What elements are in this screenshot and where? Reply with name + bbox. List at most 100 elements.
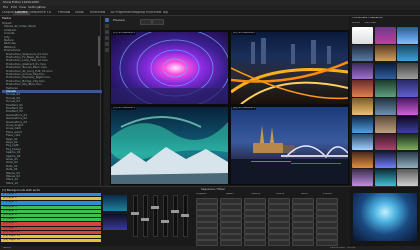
grid-tool-icon[interactable] bbox=[105, 36, 109, 40]
layer-row[interactable]: [3] Layer 3 bbox=[1, 201, 102, 205]
media-browser-header: Media bbox=[2, 17, 12, 20]
tab-show[interactable]: Show bbox=[75, 11, 84, 15]
tab-favorites[interactable]: Favorites bbox=[364, 22, 376, 25]
media-thumbnail[interactable] bbox=[374, 44, 396, 62]
media-thumbnail[interactable] bbox=[397, 62, 418, 80]
zoom-tool-icon[interactable] bbox=[105, 48, 109, 52]
media-thumbnail[interactable] bbox=[374, 151, 396, 169]
media-thumbnail[interactable] bbox=[352, 27, 373, 44]
fader-knob[interactable] bbox=[180, 214, 189, 217]
section-audio: Audio bbox=[301, 193, 308, 195]
menu-item-edit[interactable]: Edit bbox=[11, 6, 17, 9]
fader-track[interactable] bbox=[143, 195, 148, 237]
layer-row[interactable]: [11] Layer 11 bbox=[1, 235, 102, 239]
tab-fx[interactable]: FX bbox=[47, 11, 51, 15]
viewer-2-preview[interactable] bbox=[231, 32, 348, 104]
media-thumbnail[interactable] bbox=[352, 44, 373, 62]
fader-track[interactable] bbox=[153, 195, 158, 237]
viewer-3-label: [3] HD Camera 3 bbox=[112, 107, 136, 110]
mask-tool-icon[interactable] bbox=[105, 42, 109, 46]
layer-row[interactable]: [9] Layer 9 bbox=[1, 226, 102, 230]
thumbnail-panel: Thumbnails / MediaPool Media Favorites bbox=[350, 16, 420, 186]
media-thumbnail[interactable] bbox=[352, 133, 373, 151]
tab-multiview-top[interactable]: MultiView Top bbox=[146, 11, 168, 15]
tree-scrollbar[interactable] bbox=[98, 36, 100, 66]
media-thumbnail[interactable] bbox=[374, 133, 396, 151]
section-position: Position bbox=[323, 193, 333, 195]
section-playback: Playback bbox=[196, 193, 207, 195]
fader-knob[interactable] bbox=[130, 212, 139, 216]
layer-row[interactable]: [8] Layer 8 bbox=[1, 222, 102, 226]
menu-item-file[interactable]: File bbox=[3, 6, 8, 9]
media-thumbnail[interactable] bbox=[397, 98, 418, 115]
crop-tool-icon[interactable] bbox=[105, 30, 109, 34]
bridge-city-image bbox=[231, 125, 348, 184]
viewer-toolbar-label: Preview bbox=[113, 19, 125, 22]
tab-media[interactable]: Media bbox=[352, 22, 360, 25]
media-thumbnail[interactable] bbox=[374, 169, 396, 186]
tab-output[interactable]: Output bbox=[2, 11, 13, 15]
tunnel-image bbox=[111, 32, 228, 104]
layer-row[interactable]: [10] Layer 10 bbox=[1, 230, 102, 234]
layer-row[interactable]: [7] Layer 7 bbox=[1, 218, 102, 222]
media-thumbnail[interactable] bbox=[352, 62, 373, 80]
viewer-1-preview[interactable] bbox=[111, 32, 228, 104]
media-thumbnail[interactable] bbox=[352, 151, 373, 169]
media-thumbnail[interactable] bbox=[397, 116, 418, 133]
media-thumbnail[interactable] bbox=[397, 27, 418, 44]
fader-track[interactable] bbox=[163, 195, 168, 237]
fader-knob[interactable] bbox=[150, 206, 159, 210]
media-thumbnail[interactable] bbox=[397, 169, 418, 186]
media-thumbnail[interactable] bbox=[397, 80, 418, 97]
media-thumbnail[interactable] bbox=[374, 62, 396, 80]
output-preview[interactable] bbox=[353, 193, 417, 241]
layer-row[interactable]: [4] Layer 4 bbox=[1, 205, 102, 209]
section-effects: Effects bbox=[276, 193, 285, 195]
layer-row[interactable]: [12] Layer 12 bbox=[1, 239, 102, 243]
fader-knob[interactable] bbox=[140, 217, 149, 221]
mixer-preview-1[interactable] bbox=[103, 195, 127, 211]
layer-row[interactable]: [6] Layer 6 bbox=[1, 214, 102, 218]
select-tool-icon[interactable] bbox=[105, 18, 109, 22]
media-thumbnail[interactable] bbox=[352, 169, 373, 186]
media-thumbnail[interactable] bbox=[374, 116, 396, 133]
fader-knob[interactable] bbox=[170, 210, 179, 214]
media-tree-item[interactable]: Stars_02 bbox=[2, 182, 102, 185]
tab-preview[interactable]: Preview bbox=[58, 11, 70, 15]
tab-content[interactable]: Content bbox=[13, 11, 30, 15]
layer-list-header: [1] Backgrounds with audio bbox=[2, 189, 41, 192]
mixer-preview-2[interactable] bbox=[103, 214, 127, 230]
viewer-3-preview[interactable] bbox=[111, 107, 228, 184]
media-thumbnail[interactable] bbox=[374, 80, 396, 97]
layer-row[interactable]: [2] Layer 2 bbox=[1, 197, 102, 201]
viewer-grid: [1] HD Camera 1 [2] HD Camera 2 [3] HD C… bbox=[110, 30, 349, 185]
tab-multiview[interactable]: MultiView bbox=[90, 11, 105, 15]
media-thumbnail[interactable] bbox=[352, 116, 373, 133]
media-browser: Media Project Shows_4k_Video_Stock Ambient… bbox=[0, 16, 102, 186]
media-thumbnail[interactable] bbox=[352, 98, 373, 115]
media-thumbnail[interactable] bbox=[397, 133, 418, 151]
viewer-4-preview[interactable] bbox=[231, 107, 348, 184]
section-opacity: Opacity bbox=[251, 193, 261, 195]
layer-row[interactable]: [1] Layer 1 bbox=[1, 193, 102, 197]
tab-sequence[interactable]: Sequence bbox=[30, 11, 46, 15]
fader-track[interactable] bbox=[133, 195, 138, 237]
media-thumbnail[interactable] bbox=[374, 27, 396, 44]
fader-track[interactable] bbox=[173, 195, 178, 237]
layout-button[interactable] bbox=[140, 19, 152, 25]
status-right: 1920x1080 · 60 fps bbox=[330, 246, 356, 249]
media-thumbnail[interactable] bbox=[352, 80, 373, 97]
media-thumbnail[interactable] bbox=[374, 98, 396, 115]
move-tool-icon[interactable] bbox=[105, 24, 109, 28]
highway-image bbox=[231, 38, 348, 104]
menu-item-help[interactable]: Help bbox=[39, 6, 46, 9]
media-thumbnail[interactable] bbox=[397, 44, 418, 62]
layer-row[interactable]: [5] Layer 5 bbox=[1, 209, 102, 213]
menu-item-view[interactable]: View bbox=[19, 6, 26, 9]
fader-knob[interactable] bbox=[160, 219, 169, 223]
tab-3d-projection[interactable]: 3D ProjectionMapping bbox=[110, 11, 145, 15]
layer-list: [1] Backgrounds with audio [1] Layer 1 [2… bbox=[0, 186, 102, 250]
fullscreen-button[interactable] bbox=[152, 19, 164, 25]
viewer-4-label: [4] HD Camera 4 bbox=[232, 107, 256, 110]
media-thumbnail[interactable] bbox=[397, 151, 418, 169]
